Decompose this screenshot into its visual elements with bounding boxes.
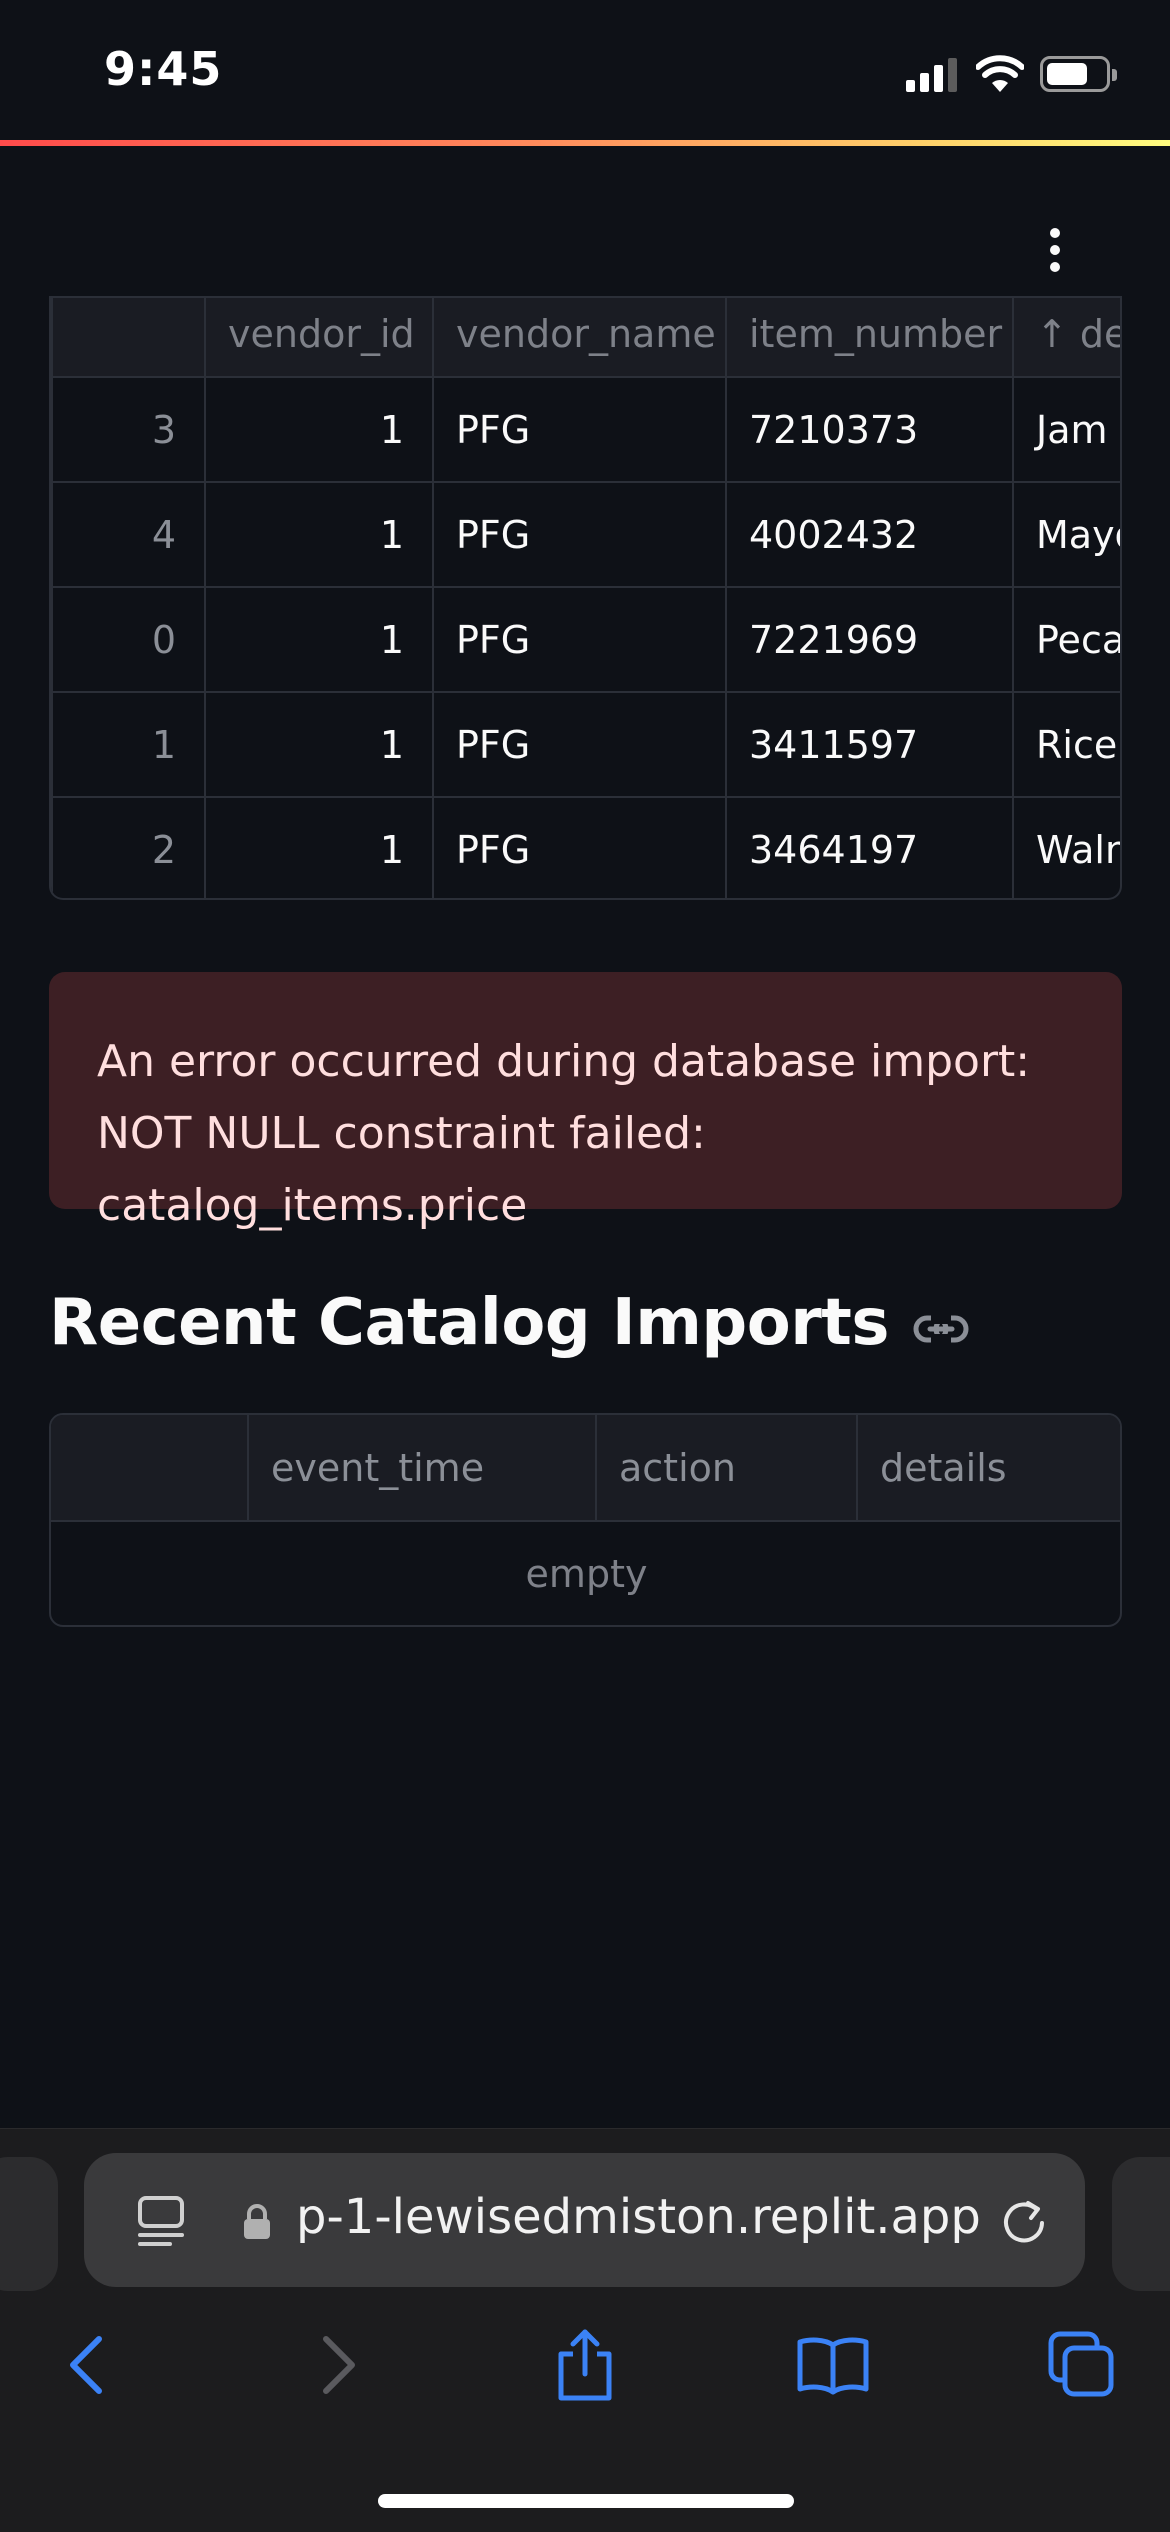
error-message: An error occurred during database import… bbox=[97, 1036, 1031, 1231]
row-index-cell: 4 bbox=[51, 481, 206, 588]
item-number-cell[interactable]: 3411597 bbox=[725, 691, 1014, 798]
table-row[interactable]: 4 1 PFG 4002432 Mayo bbox=[51, 481, 1120, 588]
vendor-name-cell[interactable]: PFG bbox=[432, 691, 727, 798]
section-heading: Recent Catalog Imports bbox=[49, 1278, 969, 1368]
bookmarks-icon bbox=[797, 2337, 869, 2395]
table-header-row: event_time action details bbox=[51, 1415, 1120, 1522]
item-number-cell[interactable]: 4002432 bbox=[725, 481, 1014, 588]
status-bar: 9:45 bbox=[0, 0, 1170, 140]
cellular-signal-icon bbox=[906, 58, 960, 92]
description-cell[interactable]: Peca bbox=[1012, 586, 1120, 693]
status-time: 9:45 bbox=[104, 42, 223, 96]
share-button[interactable] bbox=[545, 2325, 625, 2405]
bookmarks-button[interactable] bbox=[793, 2325, 873, 2405]
column-header-vendor-name[interactable]: vendor_name bbox=[432, 296, 727, 378]
vendor-name-cell[interactable]: PFG bbox=[432, 586, 727, 693]
row-index-cell: 2 bbox=[51, 796, 206, 898]
column-header-item-number[interactable]: item_number bbox=[725, 296, 1014, 378]
row-index-cell: 3 bbox=[51, 376, 206, 483]
next-tab-preview[interactable] bbox=[1112, 2157, 1170, 2291]
table-row[interactable]: 1 1 PFG 3411597 Rice bbox=[51, 691, 1120, 798]
item-number-cell[interactable]: 7210373 bbox=[725, 376, 1014, 483]
column-header-action[interactable]: action bbox=[596, 1415, 858, 1522]
back-button[interactable] bbox=[47, 2325, 127, 2405]
column-header-details[interactable]: details bbox=[857, 1415, 1120, 1522]
description-cell[interactable]: Mayo bbox=[1012, 481, 1120, 588]
reader-mode-icon[interactable] bbox=[136, 2195, 186, 2247]
vendor-name-cell[interactable]: PFG bbox=[432, 481, 727, 588]
column-header-index bbox=[51, 296, 206, 378]
column-header-description[interactable]: ↑ des bbox=[1012, 296, 1120, 378]
vendor-id-cell[interactable]: 1 bbox=[204, 691, 434, 798]
more-vertical-icon[interactable] bbox=[1040, 222, 1070, 278]
wifi-icon bbox=[976, 55, 1024, 92]
column-header-event-time[interactable]: event_time bbox=[248, 1415, 597, 1522]
forward-icon bbox=[323, 2336, 355, 2394]
table-row[interactable]: 0 1 PFG 7221969 Peca bbox=[51, 586, 1120, 693]
vendor-id-cell[interactable]: 1 bbox=[204, 481, 434, 588]
recent-imports-table[interactable]: event_time action details empty bbox=[49, 1413, 1122, 1627]
vendor-name-cell[interactable]: PFG bbox=[432, 376, 727, 483]
vendor-id-cell[interactable]: 1 bbox=[204, 796, 434, 898]
address-bar[interactable]: p-1-lewisedmiston.replit.app bbox=[84, 2153, 1085, 2287]
url-text[interactable]: p-1-lewisedmiston.replit.app bbox=[296, 2189, 1042, 2253]
item-number-cell[interactable]: 7221969 bbox=[725, 586, 1014, 693]
lock-icon bbox=[244, 2204, 270, 2239]
description-cell[interactable]: Jam bbox=[1012, 376, 1120, 483]
vendor-items-table[interactable]: vendor_id vendor_name item_number ↑ des … bbox=[49, 296, 1122, 900]
table-row[interactable]: 3 1 PFG 7210373 Jam bbox=[51, 376, 1120, 483]
battery-icon bbox=[1040, 56, 1117, 92]
back-icon bbox=[70, 2336, 102, 2394]
tabs-button[interactable] bbox=[1042, 2325, 1122, 2405]
column-header-vendor-id[interactable]: vendor_id bbox=[204, 296, 434, 378]
empty-row: empty bbox=[51, 1521, 1120, 1625]
column-header-index bbox=[51, 1415, 249, 1522]
row-index-cell: 1 bbox=[51, 691, 206, 798]
vendor-name-cell[interactable]: PFG bbox=[432, 796, 727, 898]
table-row[interactable]: 2 1 PFG 3464197 Waln bbox=[51, 796, 1120, 898]
page-title: Recent Catalog Imports bbox=[49, 1286, 889, 1360]
home-indicator[interactable] bbox=[378, 2494, 794, 2508]
link-icon[interactable] bbox=[913, 1309, 969, 1349]
header-decoration bbox=[0, 140, 1170, 146]
vendor-id-cell[interactable]: 1 bbox=[204, 376, 434, 483]
description-cell[interactable]: Rice bbox=[1012, 691, 1120, 798]
share-icon bbox=[558, 2329, 612, 2401]
previous-tab-preview[interactable] bbox=[0, 2157, 58, 2291]
vendor-id-cell[interactable]: 1 bbox=[204, 586, 434, 693]
browser-toolbar: p-1-lewisedmiston.replit.app bbox=[0, 2128, 1170, 2532]
row-index-cell: 0 bbox=[51, 586, 206, 693]
reload-icon[interactable] bbox=[996, 2193, 1052, 2249]
app-page: 9:45 vendor_id vendor_name item_number ↑… bbox=[0, 0, 1170, 2532]
forward-button[interactable] bbox=[298, 2325, 378, 2405]
error-alert: An error occurred during database import… bbox=[49, 972, 1122, 1231]
item-number-cell[interactable]: 3464197 bbox=[725, 796, 1014, 898]
empty-state-text: empty bbox=[525, 1551, 648, 1596]
description-cell[interactable]: Waln bbox=[1012, 796, 1120, 898]
tabs-icon bbox=[1048, 2331, 1114, 2397]
table-header-row: vendor_id vendor_name item_number ↑ des bbox=[51, 296, 1120, 378]
